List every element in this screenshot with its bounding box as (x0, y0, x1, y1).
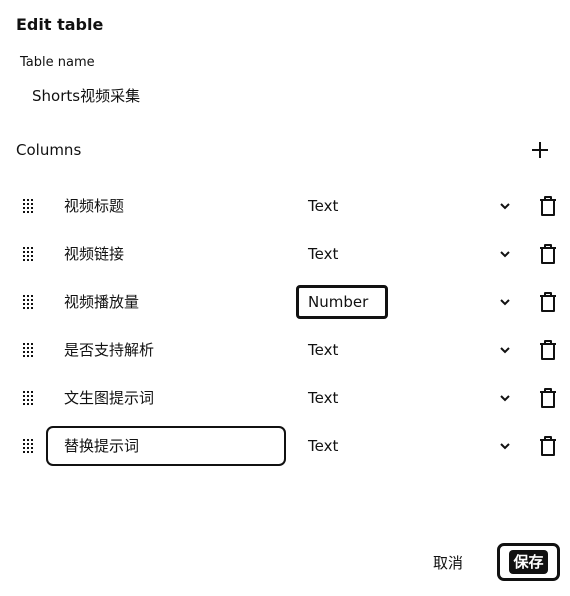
trash-icon[interactable] (537, 194, 559, 218)
drag-handle-icon[interactable] (21, 437, 35, 455)
plus-icon (532, 142, 548, 158)
chevron-down-icon[interactable] (497, 247, 513, 261)
column-row: 视频链接 Text (0, 234, 570, 274)
drag-handle-icon[interactable] (21, 293, 35, 311)
column-name-field[interactable]: 视频标题 (46, 186, 286, 226)
drag-handle-icon[interactable] (21, 197, 35, 215)
column-type-select[interactable]: Number (296, 285, 388, 319)
drag-handle-icon[interactable] (21, 245, 35, 263)
column-name-field[interactable]: 视频链接 (46, 234, 286, 274)
column-name-field[interactable]: 是否支持解析 (46, 330, 286, 370)
column-name-field[interactable]: 替换提示词 (46, 426, 286, 466)
edit-table-dialog: Edit table Table name Columns 视频标题 Text (0, 0, 570, 596)
save-button-label: 保存 (509, 550, 548, 574)
trash-icon[interactable] (537, 290, 559, 314)
trash-icon[interactable] (537, 338, 559, 362)
dialog-title: Edit table (16, 15, 104, 34)
column-row: 文生图提示词 Text (0, 378, 570, 418)
chevron-down-icon[interactable] (497, 343, 513, 357)
drag-handle-icon[interactable] (21, 389, 35, 407)
column-row: 替换提示词 Text (0, 426, 570, 466)
column-name-field[interactable]: 视频播放量 (46, 282, 286, 322)
column-type-select[interactable]: Text (296, 189, 388, 223)
trash-icon[interactable] (537, 242, 559, 266)
columns-heading: Columns (16, 141, 82, 159)
column-row: 视频播放量 Number (0, 282, 570, 322)
add-column-button[interactable] (528, 138, 552, 162)
column-type-select[interactable]: Text (296, 429, 388, 463)
column-type-select[interactable]: Text (296, 333, 388, 367)
table-name-label: Table name (20, 55, 95, 70)
trash-icon[interactable] (537, 434, 559, 458)
cancel-button[interactable]: 取消 (424, 549, 472, 577)
column-type-select[interactable]: Text (296, 237, 388, 271)
column-type-select[interactable]: Text (296, 381, 388, 415)
column-name-field[interactable]: 文生图提示词 (46, 378, 286, 418)
drag-handle-icon[interactable] (21, 341, 35, 359)
column-row: 是否支持解析 Text (0, 330, 570, 370)
chevron-down-icon[interactable] (497, 295, 513, 309)
chevron-down-icon[interactable] (497, 199, 513, 213)
chevron-down-icon[interactable] (497, 391, 513, 405)
save-button[interactable]: 保存 (497, 543, 560, 581)
table-name-input[interactable] (20, 80, 320, 110)
column-row: 视频标题 Text (0, 186, 570, 226)
trash-icon[interactable] (537, 386, 559, 410)
chevron-down-icon[interactable] (497, 439, 513, 453)
